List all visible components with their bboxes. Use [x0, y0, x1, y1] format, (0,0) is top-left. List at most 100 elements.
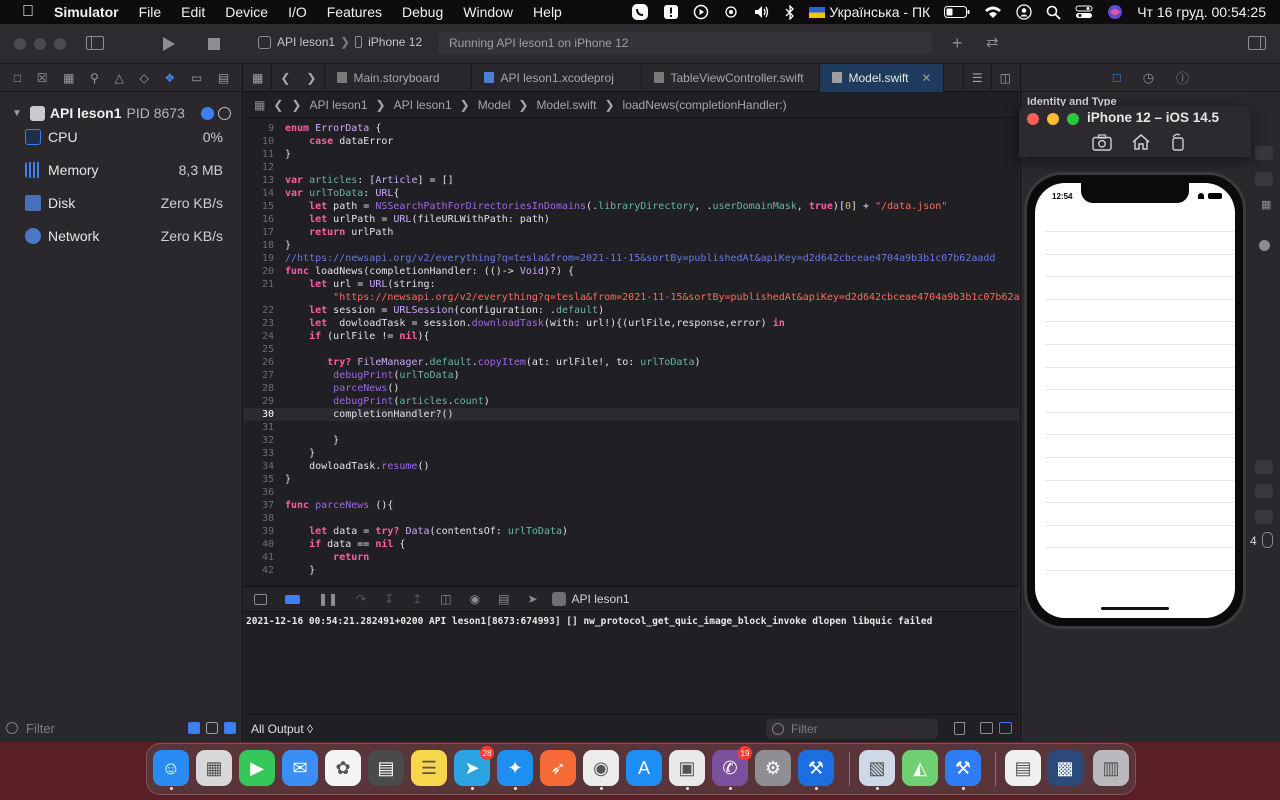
- code-line[interactable]: 40 if data == nil {: [244, 538, 1019, 551]
- dock-chrome-icon[interactable]: ◉: [583, 750, 619, 790]
- gauge-row-cpu[interactable]: CPU 0%: [0, 122, 243, 152]
- line-number[interactable]: 32: [244, 434, 274, 447]
- code-review-icon[interactable]: ⇄: [986, 33, 999, 51]
- line-number[interactable]: 9: [244, 122, 274, 135]
- code-text-area[interactable]: 9 enum ErrorData {10 case dataError 11} 12 1…: [244, 122, 1019, 584]
- code-line[interactable]: 31: [244, 421, 1019, 434]
- menu-file[interactable]: File: [129, 4, 172, 20]
- close-window-button[interactable]: [14, 38, 26, 50]
- dock-swift-playgrounds-icon[interactable]: ➶: [540, 750, 576, 786]
- dock-xcode-build-icon[interactable]: ⚒: [945, 750, 981, 790]
- code-line[interactable]: 39 let data = try? Data(contentsOf: urlT…: [244, 525, 1019, 538]
- console-filter[interactable]: Filter: [766, 719, 938, 739]
- line-number[interactable]: 36: [244, 486, 274, 499]
- datetime[interactable]: Чт 16 груд. 00:54:25: [1130, 4, 1280, 20]
- filter-option-icon-2[interactable]: [206, 722, 218, 734]
- forward-icon[interactable]: ❯: [298, 63, 326, 92]
- line-number[interactable]: 16: [244, 213, 274, 226]
- gauge-row-network[interactable]: Network Zero KB/s: [0, 221, 243, 251]
- toggle-navigator-icon[interactable]: [86, 36, 104, 50]
- pause-process-icon[interactable]: [217, 106, 231, 120]
- home-icon[interactable]: [1131, 133, 1151, 154]
- simulator-close-button[interactable]: [1027, 113, 1039, 125]
- dock-viber-icon[interactable]: ✆ 19: [712, 746, 752, 790]
- search-icon[interactable]: [1039, 5, 1068, 20]
- filter-option-icon-1[interactable]: [188, 722, 200, 734]
- jump-bar-back-icon[interactable]: ❮: [273, 98, 283, 112]
- code-line[interactable]: 27 debugPrint(urlToData): [244, 369, 1019, 382]
- dock-simulator-icon[interactable]: ▣: [669, 750, 705, 790]
- test-icon[interactable]: ◇: [140, 71, 149, 85]
- volume-icon[interactable]: [746, 5, 778, 19]
- simulator-zoom-button[interactable]: [1067, 113, 1079, 125]
- run-button[interactable]: [162, 36, 176, 55]
- simulator-minimize-button[interactable]: [1047, 113, 1059, 125]
- find-icon[interactable]: ⚲: [90, 71, 99, 85]
- tab-xcodeproj[interactable]: API leson1.xcodeproj: [472, 63, 643, 92]
- line-number[interactable]: 40: [244, 538, 274, 551]
- output-selector[interactable]: All Output ◊: [251, 722, 313, 736]
- code-line[interactable]: 26 try? FileManager.default.copyItem(at:…: [244, 356, 1019, 369]
- menu-device[interactable]: Device: [215, 4, 278, 20]
- code-line[interactable]: 18}: [244, 239, 1019, 252]
- popup-3[interactable]: [1255, 460, 1273, 474]
- symbol-icon[interactable]: ▦: [63, 71, 74, 85]
- home-indicator[interactable]: [1101, 607, 1169, 610]
- code-line[interactable]: "https://newsapi.org/v2/everything?q=tes…: [244, 291, 1019, 304]
- popup-5[interactable]: [1255, 510, 1273, 524]
- popup-1[interactable]: [1255, 146, 1273, 160]
- stop-button[interactable]: [208, 38, 220, 50]
- code-line[interactable]: 38: [244, 512, 1019, 525]
- line-number[interactable]: 12: [244, 161, 274, 174]
- adjust-editor-options-icon[interactable]: ☰: [962, 63, 992, 92]
- code-line[interactable]: 20 func loadNews(completionHandler: (()->…: [244, 265, 1019, 278]
- line-number[interactable]: 20: [244, 265, 274, 278]
- line-number[interactable]: 22: [244, 304, 274, 317]
- code-line[interactable]: 37 func parceNews (){: [244, 499, 1019, 512]
- menu-features[interactable]: Features: [317, 4, 392, 20]
- gauge-row-disk[interactable]: Disk Zero KB/s: [0, 188, 243, 218]
- zoom-window-button[interactable]: [54, 38, 66, 50]
- iphone-screen[interactable]: 12:54: [1035, 183, 1235, 618]
- user-icon[interactable]: [1009, 4, 1039, 20]
- line-number[interactable]: 33: [244, 447, 274, 460]
- debug-icon[interactable]: ❖: [164, 71, 175, 85]
- line-number[interactable]: 11: [244, 148, 274, 161]
- arrow-circle-icon[interactable]: [1259, 240, 1270, 251]
- add-editor-icon[interactable]: ◫: [992, 64, 1019, 92]
- dock-calculator-icon[interactable]: ▤: [368, 750, 404, 786]
- disclosure-chevron-icon[interactable]: ▼: [12, 108, 22, 119]
- breadcrumb-folder[interactable]: Model: [478, 98, 511, 112]
- code-line[interactable]: 32 }: [244, 434, 1019, 447]
- code-line[interactable]: 15 let path = NSSearchPathForDirectories…: [244, 200, 1019, 213]
- menu-help[interactable]: Help: [523, 4, 572, 20]
- dock-safari-icon[interactable]: ✦: [497, 750, 533, 790]
- minimize-window-button[interactable]: [34, 38, 46, 50]
- code-line[interactable]: 12: [244, 161, 1019, 174]
- trash-icon[interactable]: [954, 722, 965, 735]
- line-number[interactable]: 14: [244, 187, 274, 200]
- quick-help-icon[interactable]: ⓘ: [1176, 68, 1189, 87]
- dock-photos-icon[interactable]: ✿: [325, 750, 361, 786]
- battery-icon[interactable]: [937, 6, 977, 18]
- line-number[interactable]: 25: [244, 343, 274, 356]
- play-icon[interactable]: [686, 4, 716, 20]
- folder-icon[interactable]: □: [14, 71, 21, 85]
- code-line[interactable]: 23 let dowloadTask = session.downloadTas…: [244, 317, 1019, 330]
- tab-tableviewcontroller[interactable]: TableViewController.swift: [642, 63, 821, 92]
- keyboard-layout[interactable]: Українська - ПК: [802, 4, 937, 20]
- code-line[interactable]: 22 let session = URLSession(configuratio…: [244, 304, 1019, 317]
- simulate-location-icon[interactable]: ➤: [527, 592, 537, 606]
- code-line[interactable]: 13 var articles: [Article] = []: [244, 174, 1019, 187]
- code-line[interactable]: 42 }: [244, 564, 1019, 577]
- code-line[interactable]: 41 return: [244, 551, 1019, 564]
- tab-main-storyboard[interactable]: Main.storyboard: [325, 63, 473, 92]
- step-out-icon[interactable]: ↥: [412, 592, 422, 606]
- navigator-filter[interactable]: Filter: [6, 718, 236, 738]
- code-line[interactable]: 30 completionHandler?(): [244, 408, 1019, 421]
- dock-maps-icon[interactable]: ◭: [902, 750, 938, 786]
- jump-bar-forward-icon[interactable]: ❯: [291, 98, 301, 112]
- line-number[interactable]: 24: [244, 330, 274, 343]
- show-console-icon[interactable]: [999, 722, 1012, 734]
- console-output[interactable]: 2021-12-16 00:54:21.282491+0200 API leso…: [244, 614, 1019, 714]
